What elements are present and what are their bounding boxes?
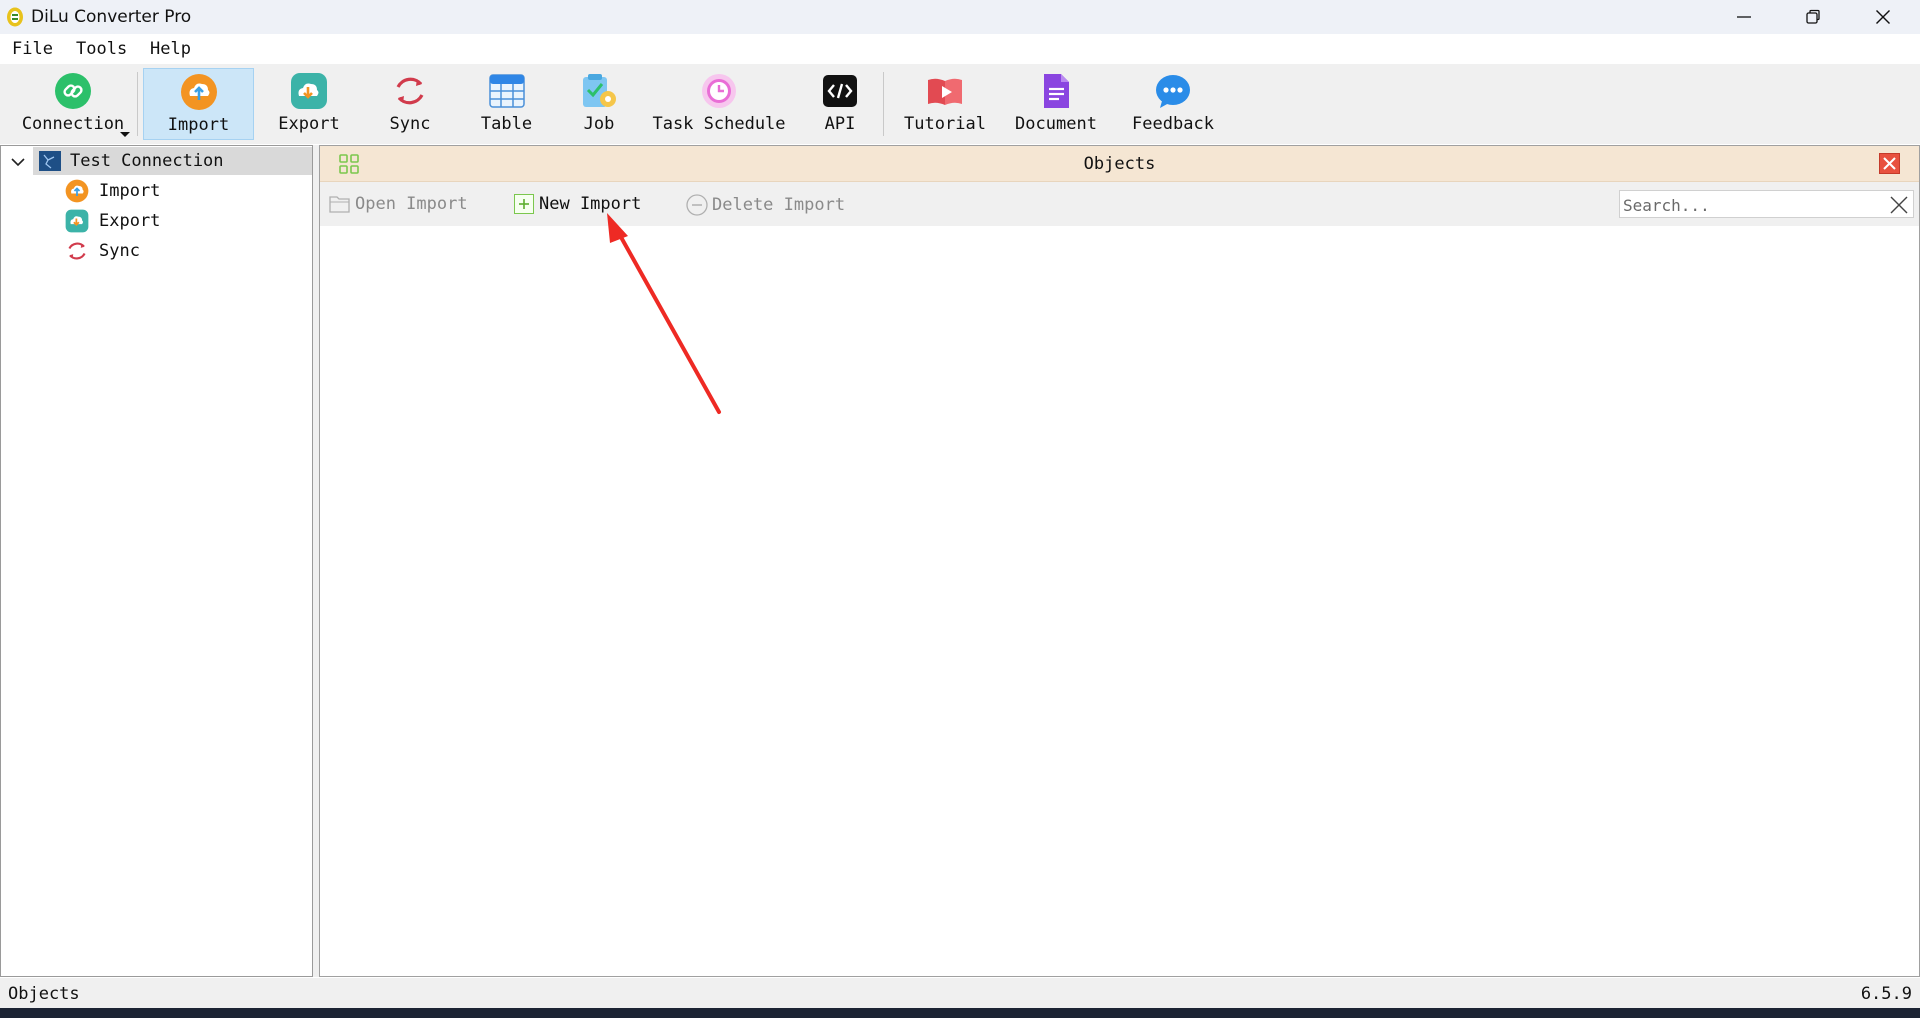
sync-label: Sync [389,114,431,134]
minus-icon [686,194,708,216]
close-icon [1876,10,1890,24]
delete-import-button[interactable]: Delete Import [686,194,845,216]
connection-icon [54,72,92,110]
export-button[interactable]: Export [254,68,364,140]
tree-item-test-connection[interactable]: Test Connection [33,147,312,175]
tutorial-icon [926,72,964,110]
table-button[interactable]: Table [460,68,553,140]
toolbar-separator [883,72,884,136]
connection-button[interactable]: Connection [12,68,134,140]
objects-actions-bar: Open Import New Import Delete Import [320,182,1919,226]
objects-header: Objects [320,146,1919,182]
toolbar-separator [137,72,138,136]
minimize-button[interactable] [1710,0,1778,34]
tree-item-label: Import [99,181,161,201]
dropdown-arrow-icon [120,132,130,137]
restore-button[interactable] [1779,0,1847,34]
menu-file[interactable]: File [12,39,53,59]
tutorial-button[interactable]: Tutorial [893,68,997,140]
api-button[interactable]: API [800,68,880,140]
clear-search-icon[interactable] [1889,195,1909,215]
main-toolbar: Connection Import Export Sync Table Job … [0,64,1920,144]
menu-help[interactable]: Help [150,39,191,59]
import-label: Import [167,115,230,135]
export-label: Export [278,114,340,134]
document-button[interactable]: Document [1001,68,1111,140]
objects-panel: Objects Open Import New Import Delete Im… [319,145,1920,977]
objects-list-area[interactable] [320,226,1919,976]
tutorial-label: Tutorial [904,114,986,134]
minimize-icon [1737,16,1751,18]
api-icon [821,72,859,110]
new-import-label: New Import [539,194,642,214]
close-window-button[interactable] [1849,0,1917,34]
tree-item-label: Sync [99,241,140,261]
table-label: Table [480,114,533,134]
taskbar-strip [0,1008,1920,1018]
export-icon [65,209,89,233]
app-logo-icon [7,7,23,27]
job-label: Job [583,114,615,134]
task-schedule-label: Task Schedule [652,114,786,134]
folder-icon [329,196,350,213]
tree-item-sync[interactable]: Sync [65,237,140,265]
api-label: API [824,114,856,134]
import-button[interactable]: Import [143,68,254,140]
database-connection-icon [39,151,61,171]
menu-tools[interactable]: Tools [76,39,127,59]
tree-item-label: Test Connection [70,151,224,171]
connection-tree: Test Connection Import Export Sync [0,145,313,977]
job-button[interactable]: Job [556,68,642,140]
import-icon [180,73,218,111]
status-text: Objects [8,984,80,1004]
task-schedule-button[interactable]: Task Schedule [648,68,790,140]
sync-icon [68,242,86,260]
feedback-button[interactable]: Feedback [1118,68,1228,140]
job-icon [580,72,618,110]
menu-bar: File Tools Help [0,34,1920,64]
new-import-button[interactable]: New Import [514,194,641,214]
sync-button[interactable]: Sync [364,68,456,140]
export-icon [290,72,328,110]
open-import-label: Open Import [355,194,468,214]
tree-item-import[interactable]: Import [65,177,160,205]
tree-item-export[interactable]: Export [65,207,160,235]
feedback-icon [1154,72,1192,110]
document-label: Document [1015,114,1097,134]
delete-import-label: Delete Import [712,195,846,215]
version-label: 6.5.9 [1860,984,1912,1004]
open-import-button[interactable]: Open Import [329,194,468,214]
table-icon [488,72,526,110]
document-icon [1037,72,1075,110]
sync-icon [391,72,429,110]
restore-icon [1806,9,1820,24]
window-title: DiLu Converter Pro [31,7,192,27]
title-bar: DiLu Converter Pro [0,0,1920,34]
plus-icon [514,194,534,214]
status-bar: Objects 6.5.9 [0,978,1920,1008]
search-input[interactable] [1623,194,1873,216]
chevron-down-icon[interactable] [10,154,26,170]
task-schedule-icon [700,72,738,110]
connection-label: Connection [21,114,125,134]
objects-title: Objects [1083,154,1156,174]
import-icon [65,179,89,203]
tree-item-label: Export [99,211,161,231]
search-box [1619,190,1914,218]
close-panel-icon[interactable] [1879,153,1900,174]
feedback-label: Feedback [1132,114,1214,134]
